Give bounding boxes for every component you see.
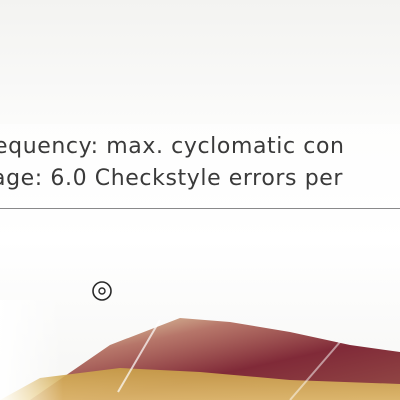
legend-entry: age: 6.0 Checkstyle errors per bbox=[0, 166, 344, 191]
circle-dot-marker-icon bbox=[92, 281, 112, 301]
legend-entry: equency: max. cyclomatic con bbox=[0, 134, 345, 159]
